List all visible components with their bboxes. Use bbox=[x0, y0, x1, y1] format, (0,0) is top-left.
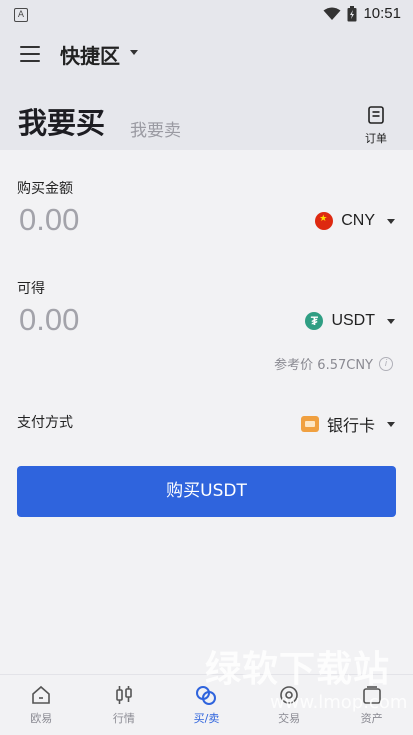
nav-label-home: 欧易 bbox=[30, 712, 53, 725]
chevron-down-icon bbox=[387, 218, 395, 224]
usdt-icon: ₮ bbox=[305, 312, 324, 330]
bank-card-icon bbox=[300, 416, 319, 432]
purchase-amount-label: 购买金额 bbox=[17, 181, 73, 197]
receive-amount-input[interactable]: 0.00 bbox=[19, 302, 79, 338]
app-notification-icon: A bbox=[14, 8, 28, 22]
chevron-down-icon bbox=[387, 318, 395, 324]
status-indicators: 10:51 bbox=[323, 5, 401, 22]
battery-icon bbox=[347, 5, 357, 21]
zone-selector[interactable]: 快捷区 bbox=[60, 40, 120, 69]
nav-item-market[interactable]: 行情 bbox=[83, 675, 166, 735]
document-icon bbox=[368, 106, 384, 124]
crypto-currency-selector[interactable]: ₮ USDT bbox=[305, 312, 395, 330]
wifi-icon bbox=[323, 7, 341, 20]
chevron-down-icon[interactable] bbox=[130, 50, 138, 55]
home-icon bbox=[32, 685, 51, 704]
receive-label: 可得 bbox=[17, 281, 45, 297]
buy-usdt-button[interactable]: 购买USDT bbox=[17, 466, 396, 517]
watermark-url: www.lmop.com bbox=[270, 692, 408, 713]
fiat-currency-label: CNY bbox=[341, 212, 375, 229]
info-icon[interactable]: i bbox=[379, 356, 393, 371]
nav-label-buy-sell: 买/卖 bbox=[193, 712, 220, 725]
reference-price-text: 参考价 6.57CNY bbox=[274, 358, 373, 373]
tab-sell[interactable]: 我要卖 bbox=[130, 116, 181, 141]
fiat-currency-selector[interactable]: CNY bbox=[315, 212, 395, 230]
trade-form: 购买金额 0.00 CNY 可得 0.00 ₮ USDT 参考价 6.57CNY… bbox=[0, 150, 413, 675]
payment-method-label: 支付方式 bbox=[17, 415, 73, 431]
menu-icon[interactable] bbox=[20, 46, 40, 62]
chevron-down-icon bbox=[387, 421, 395, 427]
payment-method-selector[interactable]: 银行卡 bbox=[300, 412, 395, 436]
orders-label: 订单 bbox=[365, 132, 387, 145]
header: 快捷区 我要买 我要卖 订单 bbox=[0, 30, 413, 150]
candlestick-icon bbox=[116, 686, 132, 704]
payment-method-value: 银行卡 bbox=[326, 416, 375, 435]
crypto-currency-label: USDT bbox=[331, 312, 375, 329]
tab-buy[interactable]: 我要买 bbox=[18, 100, 105, 142]
status-bar: A 10:51 bbox=[0, 0, 413, 30]
clock: 10:51 bbox=[363, 5, 401, 22]
china-flag-icon bbox=[315, 212, 334, 230]
nav-item-home[interactable]: 欧易 bbox=[0, 675, 83, 735]
orders-button[interactable]: 订单 bbox=[361, 106, 391, 146]
purchase-amount-input[interactable]: 0.00 bbox=[19, 202, 79, 238]
reference-price: 参考价 6.57CNY i bbox=[274, 354, 393, 373]
watermark: 绿软下载站 bbox=[205, 649, 391, 690]
nav-label-market: 行情 bbox=[112, 712, 135, 725]
